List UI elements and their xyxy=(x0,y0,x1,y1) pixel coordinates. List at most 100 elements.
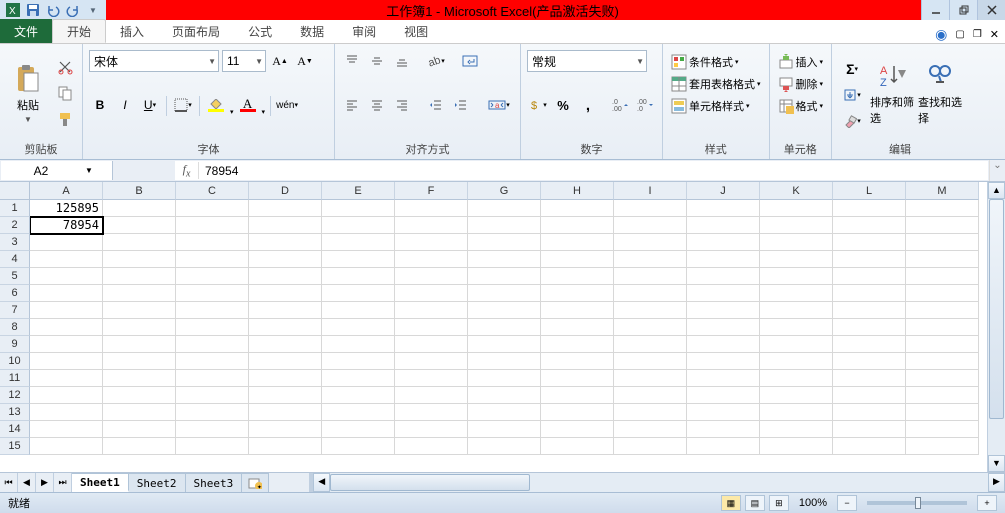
cell[interactable] xyxy=(322,353,395,370)
cell[interactable] xyxy=(468,200,541,217)
cell[interactable] xyxy=(468,421,541,438)
column-header[interactable]: K xyxy=(760,182,833,200)
close-button[interactable] xyxy=(977,0,1005,20)
cell[interactable] xyxy=(760,387,833,404)
cell[interactable] xyxy=(541,268,614,285)
cell[interactable] xyxy=(103,234,176,251)
cell[interactable] xyxy=(614,302,687,319)
cell[interactable] xyxy=(687,285,760,302)
cell[interactable] xyxy=(541,353,614,370)
cell[interactable] xyxy=(176,285,249,302)
accounting-format-button[interactable]: $▾ xyxy=(527,94,549,116)
cell[interactable] xyxy=(468,353,541,370)
cell[interactable] xyxy=(322,200,395,217)
cell[interactable] xyxy=(906,387,979,404)
cell[interactable] xyxy=(541,319,614,336)
cut-button[interactable] xyxy=(54,56,76,78)
cell[interactable] xyxy=(468,285,541,302)
cell[interactable] xyxy=(176,302,249,319)
cell[interactable] xyxy=(30,336,103,353)
increase-decimal-button[interactable]: .0.00 xyxy=(609,94,631,116)
bold-button[interactable]: B xyxy=(89,94,111,116)
cell[interactable] xyxy=(249,387,322,404)
cell[interactable] xyxy=(395,336,468,353)
restore-window-icon[interactable]: ❐ xyxy=(973,29,982,40)
cell[interactable] xyxy=(833,234,906,251)
normal-view-button[interactable]: ▦ xyxy=(721,495,741,511)
copy-button[interactable] xyxy=(54,82,76,104)
cell[interactable] xyxy=(614,268,687,285)
column-header[interactable]: I xyxy=(614,182,687,200)
font-size-combo[interactable]: 11▼ xyxy=(222,50,266,72)
format-painter-button[interactable] xyxy=(54,108,76,130)
row-header[interactable]: 11 xyxy=(0,370,30,387)
cell[interactable] xyxy=(468,302,541,319)
cell[interactable] xyxy=(176,370,249,387)
formula-input[interactable] xyxy=(199,164,988,178)
restore-button[interactable] xyxy=(949,0,977,20)
cell[interactable] xyxy=(614,370,687,387)
cell[interactable] xyxy=(395,421,468,438)
cell[interactable] xyxy=(395,404,468,421)
cell[interactable] xyxy=(614,421,687,438)
cell[interactable] xyxy=(30,353,103,370)
help-icon[interactable]: ◉ xyxy=(935,26,947,43)
cell[interactable] xyxy=(760,404,833,421)
column-header[interactable]: F xyxy=(395,182,468,200)
sheet-nav-next[interactable]: ▶ xyxy=(36,473,54,492)
name-box-input[interactable] xyxy=(1,164,81,178)
clear-button[interactable]: ▾ xyxy=(838,110,866,132)
select-all-corner[interactable] xyxy=(0,182,30,200)
delete-cells-button[interactable]: 删除▾ xyxy=(776,74,826,94)
align-left-button[interactable] xyxy=(341,94,363,116)
format-cells-button[interactable]: 格式▾ xyxy=(776,96,826,116)
cell[interactable] xyxy=(103,200,176,217)
cell[interactable] xyxy=(249,217,322,234)
cell[interactable] xyxy=(906,268,979,285)
qat-customize-icon[interactable]: ▼ xyxy=(84,1,102,19)
cell[interactable] xyxy=(103,251,176,268)
cell[interactable] xyxy=(176,319,249,336)
align-top-button[interactable] xyxy=(341,50,363,72)
cell[interactable] xyxy=(760,251,833,268)
row-header[interactable]: 15 xyxy=(0,438,30,455)
cell[interactable] xyxy=(103,268,176,285)
column-header[interactable]: H xyxy=(541,182,614,200)
save-icon[interactable] xyxy=(24,1,42,19)
align-center-button[interactable] xyxy=(366,94,388,116)
cell[interactable] xyxy=(687,319,760,336)
cell[interactable] xyxy=(541,234,614,251)
cell[interactable] xyxy=(30,234,103,251)
cell[interactable] xyxy=(541,251,614,268)
cell[interactable] xyxy=(614,200,687,217)
align-right-button[interactable] xyxy=(391,94,413,116)
zoom-out-button[interactable]: − xyxy=(837,495,857,511)
cell[interactable]: 78954 xyxy=(30,217,103,234)
cell[interactable] xyxy=(833,336,906,353)
cell[interactable] xyxy=(760,336,833,353)
cell[interactable] xyxy=(103,302,176,319)
cell[interactable] xyxy=(687,387,760,404)
sort-filter-button[interactable]: AZ 排序和筛选 xyxy=(870,46,914,140)
column-header[interactable]: C xyxy=(176,182,249,200)
cell[interactable] xyxy=(687,370,760,387)
cell[interactable] xyxy=(906,285,979,302)
scroll-up-button[interactable]: ▲ xyxy=(988,182,1005,199)
cell[interactable] xyxy=(614,319,687,336)
cell[interactable] xyxy=(249,302,322,319)
tab-view[interactable]: 视图 xyxy=(390,19,442,43)
cell[interactable] xyxy=(906,217,979,234)
cell[interactable] xyxy=(760,285,833,302)
cell[interactable] xyxy=(395,285,468,302)
row-header[interactable]: 7 xyxy=(0,302,30,319)
cell[interactable] xyxy=(322,217,395,234)
excel-logo-icon[interactable]: X xyxy=(4,1,22,19)
chevron-down-icon[interactable]: ▾ xyxy=(230,108,234,116)
cell[interactable] xyxy=(30,319,103,336)
cell[interactable] xyxy=(687,200,760,217)
cell[interactable] xyxy=(249,251,322,268)
sheet-tab[interactable]: Sheet1 xyxy=(72,473,129,492)
cell[interactable] xyxy=(906,336,979,353)
cell[interactable] xyxy=(30,421,103,438)
column-header[interactable]: M xyxy=(906,182,979,200)
